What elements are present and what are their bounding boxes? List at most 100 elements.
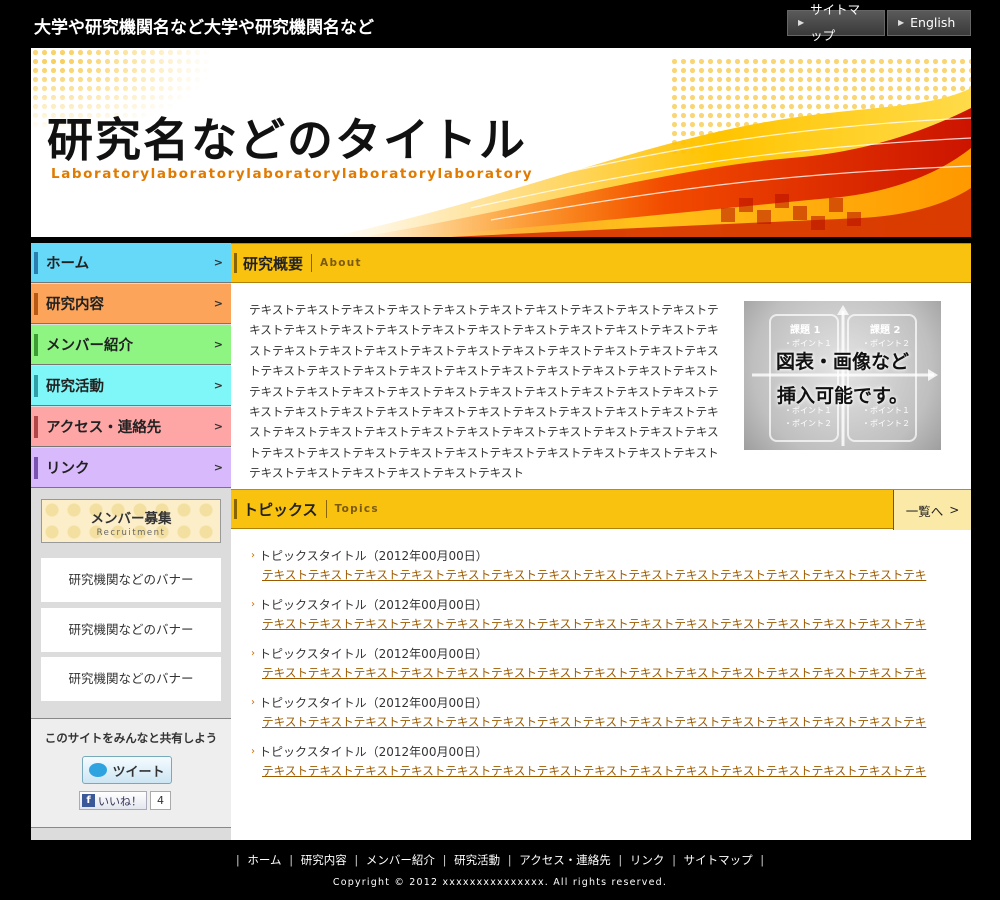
partner-banner[interactable]: 研究機関などのバナー [41, 657, 221, 701]
topic-item: › トピックスタイトル（2012年00月00日） テキストテキストテキストテキス… [251, 694, 951, 730]
title-separator [311, 254, 313, 272]
recruitment-subtitle: Recruitment [96, 528, 166, 538]
chevron-right-icon: > [213, 379, 223, 392]
section-accent-bar [234, 253, 237, 273]
topic-item: › トピックスタイトル（2012年00月00日） テキストテキストテキストテキス… [251, 743, 951, 779]
arrow-right-icon: ▶ [798, 18, 805, 27]
figure-label-left: 課題 1 [790, 325, 821, 336]
topic-title: トピックスタイトル（2012年00月00日） [259, 696, 488, 710]
sitemap-link-label: サイトマップ [810, 2, 861, 43]
like-count: 4 [150, 791, 171, 810]
footer-divider: | [672, 853, 676, 867]
site-header: 大学や研究機関名など大学や研究機関名など ▶ サイトマップ ▶ English [0, 0, 1000, 48]
about-subtitle: About [320, 257, 362, 269]
topics-more-button[interactable]: 一覧へ > [893, 490, 971, 530]
footer-divider: | [289, 853, 294, 867]
chevron-right-icon: > [213, 338, 223, 351]
footer-link-members[interactable]: メンバー紹介 [366, 853, 435, 867]
sidebar-item-label: メンバー紹介 [46, 338, 133, 354]
facebook-like: f いいね！ 4 [79, 791, 171, 810]
title-separator [325, 500, 327, 518]
nav-accent-bar [34, 333, 38, 356]
chevron-right-icon: > [213, 461, 223, 474]
recruitment-title: メンバー募集 [90, 511, 172, 527]
sidebar-item-home[interactable]: ホーム > [31, 243, 231, 283]
footer-nav: | ホーム | 研究内容 | メンバー紹介 | 研究活動 | アクセス・連絡先 … [0, 852, 1000, 868]
nav-accent-bar [34, 251, 38, 274]
sidebar-item-research[interactable]: 研究内容 > [31, 284, 231, 324]
figure-caption-line-2: 挿入可能です。 [776, 385, 909, 407]
chevron-right-icon: > [213, 256, 223, 269]
footer-link-home[interactable]: ホーム [247, 853, 281, 867]
partner-banner[interactable]: 研究機関などのバナー [41, 558, 221, 602]
nav-accent-bar [34, 292, 38, 315]
section-accent-bar [234, 499, 237, 519]
footer-link-sitemap[interactable]: サイトマップ [684, 853, 753, 867]
tweet-button[interactable]: ツイート [82, 756, 172, 784]
figure-point-6: ・ポイント２ [862, 419, 910, 428]
banner-title: 研究名などのタイトル [47, 113, 527, 167]
recruitment-banner[interactable]: メンバー募集 Recruitment [41, 499, 221, 543]
banner-subtitle: Laboratorylaboratorylaboratorylaboratory… [51, 166, 534, 182]
topic-link[interactable]: テキストテキストテキストテキストテキストテキストテキストテキストテキストテキスト… [262, 664, 951, 681]
bullet-arrow-icon: › [251, 746, 255, 757]
footer-link-research[interactable]: 研究内容 [301, 853, 347, 867]
footer-link-activities[interactable]: 研究活動 [454, 853, 500, 867]
footer-link-access[interactable]: アクセス・連絡先 [519, 853, 610, 867]
like-button-label: いいね！ [98, 794, 142, 808]
nav-accent-bar [34, 456, 38, 479]
sidebar-item-links[interactable]: リンク > [31, 448, 231, 488]
utility-nav: ▶ サイトマップ ▶ English [787, 2, 971, 43]
bullet-arrow-icon: › [251, 550, 255, 561]
figure-caption-line-1: 図表・画像など [775, 351, 909, 373]
footer-link-links[interactable]: リンク [630, 853, 665, 867]
more-button-label: 一覧へ [905, 503, 944, 519]
share-section: このサイトをみんなと共有しよう ツイート f いいね！ 4 [31, 718, 231, 828]
chevron-right-icon: > [213, 420, 223, 433]
sidebar-item-members[interactable]: メンバー紹介 > [31, 325, 231, 365]
topic-title: トピックスタイトル（2012年00月00日） [259, 598, 488, 612]
sidebar-item-label: アクセス・連絡先 [46, 420, 162, 436]
figure-label-right: 課題 2 [870, 325, 901, 336]
like-button[interactable]: f いいね！ [79, 791, 147, 810]
about-figure-image: 課題 1 課題 2 ・ポイント１ ・ポイント２ ・ポイント１ ・ポイント１ ・ポ… [744, 301, 941, 450]
topic-item: › トピックスタイトル（2012年00月00日） テキストテキストテキストテキス… [251, 645, 951, 681]
bullet-arrow-icon: › [251, 648, 255, 659]
footer-divider: | [235, 853, 240, 867]
sidebar-item-access[interactable]: アクセス・連絡先 > [31, 407, 231, 447]
footer-divider: | [760, 853, 765, 867]
topic-title-row: › トピックスタイトル（2012年00月00日） [251, 596, 951, 613]
sidebar-item-label: 研究活動 [46, 379, 104, 395]
org-name: 大学や研究機関名など大学や研究機関名など [34, 18, 374, 38]
sitemap-link[interactable]: ▶ サイトマップ [787, 2, 885, 43]
topic-link[interactable]: テキストテキストテキストテキストテキストテキストテキストテキストテキストテキスト… [262, 762, 951, 779]
chevron-right-icon: > [949, 503, 960, 517]
topic-title: トピックスタイトル（2012年00月00日） [259, 549, 488, 563]
about-title: 研究概要 [243, 254, 304, 273]
hero-banner: 研究名などのタイトル Laboratorylaboratorylaborator… [31, 48, 971, 237]
sidebar: ホーム > 研究内容 > メンバー紹介 > 研究活動 > アクセス・連絡先 > … [31, 243, 231, 840]
topic-link[interactable]: テキストテキストテキストテキストテキストテキストテキストテキストテキストテキスト… [262, 615, 951, 632]
topics-section-header: トピックス Topics 一覧へ > [231, 489, 971, 530]
partner-banner[interactable]: 研究機関などのバナー [41, 608, 221, 652]
sidebar-item-activities[interactable]: 研究活動 > [31, 366, 231, 406]
english-link[interactable]: ▶ English [887, 10, 971, 36]
figure-point-5: ・ポイント２ [784, 419, 832, 428]
main-content: 研究概要 About テキストテキストテキストテキストテキストテキストテキストテ… [231, 243, 971, 840]
copyright-text: Copyright © 2012 xxxxxxxxxxxxxxx. All ri… [332, 877, 668, 888]
about-body-text: テキストテキストテキストテキストテキストテキストテキストテキストテキストテキスト… [249, 303, 719, 481]
tweet-button-label: ツイート [112, 764, 165, 780]
sidebar-item-label: ホーム [46, 256, 90, 272]
twitter-bird-icon [89, 763, 108, 777]
sidebar-item-label: リンク [46, 461, 90, 477]
footer-divider: | [354, 853, 359, 867]
english-link-label: English [910, 15, 956, 30]
topics-subtitle: Topics [334, 503, 379, 515]
topic-link[interactable]: テキストテキストテキストテキストテキストテキストテキストテキストテキストテキスト… [262, 713, 951, 730]
bullet-arrow-icon: › [251, 599, 255, 610]
topic-link[interactable]: テキストテキストテキストテキストテキストテキストテキストテキストテキストテキスト… [262, 566, 951, 583]
chevron-right-icon: > [213, 297, 223, 310]
topic-title: トピックスタイトル（2012年00月00日） [259, 745, 488, 759]
nav-accent-bar [34, 415, 38, 438]
about-section-header: 研究概要 About [231, 243, 971, 283]
